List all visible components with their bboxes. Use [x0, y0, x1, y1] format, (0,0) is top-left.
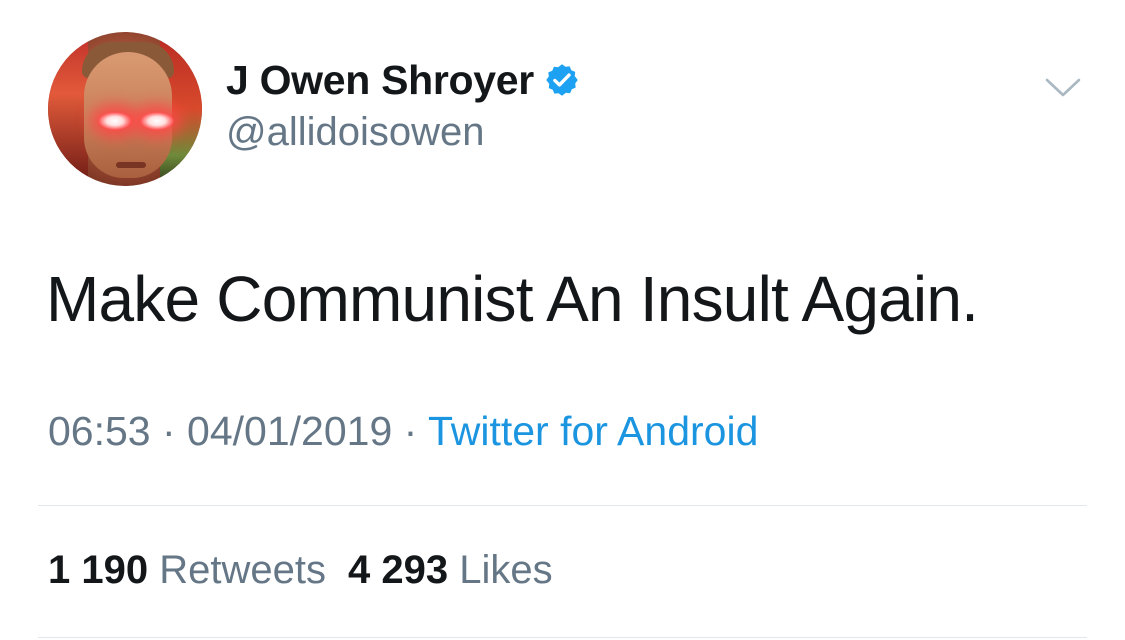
tweet-date: 04/01/2019 [187, 408, 393, 454]
author-handle[interactable]: @allidoisowen [226, 110, 485, 155]
divider [38, 637, 1087, 638]
meta-separator: · [392, 408, 428, 454]
tweet-text: Make Communist An Insult Again. [46, 263, 979, 335]
tweet-stats: 1 190 Retweets 4 293 Likes [48, 548, 553, 593]
avatar[interactable] [48, 32, 202, 186]
tweet-meta: 06:53 · 04/01/2019 · Twitter for Android [48, 408, 758, 455]
avatar-background [48, 32, 88, 186]
avatar-glowing-eye [140, 112, 174, 130]
tweet-time: 06:53 [48, 408, 151, 454]
retweets-stat[interactable]: 1 190 Retweets [48, 548, 326, 592]
avatar-mouth [116, 162, 146, 168]
tweet-detail: J Owen Shroyer @allidoisowen Make Commun… [0, 0, 1125, 640]
verified-badge-icon [544, 62, 580, 98]
avatar-glowing-eye [98, 112, 132, 130]
tweet-source-link[interactable]: Twitter for Android [428, 408, 758, 454]
divider [38, 505, 1087, 506]
retweets-label: Retweets [159, 548, 326, 592]
chevron-down-icon[interactable] [1044, 76, 1082, 100]
retweets-count: 1 190 [48, 548, 149, 592]
author-name-row[interactable]: J Owen Shroyer [226, 56, 580, 104]
likes-label: Likes [459, 548, 553, 592]
likes-stat[interactable]: 4 293 Likes [348, 548, 553, 592]
likes-count: 4 293 [347, 548, 449, 592]
meta-separator: · [150, 408, 188, 454]
author-display-name[interactable]: J Owen Shroyer [226, 57, 534, 104]
